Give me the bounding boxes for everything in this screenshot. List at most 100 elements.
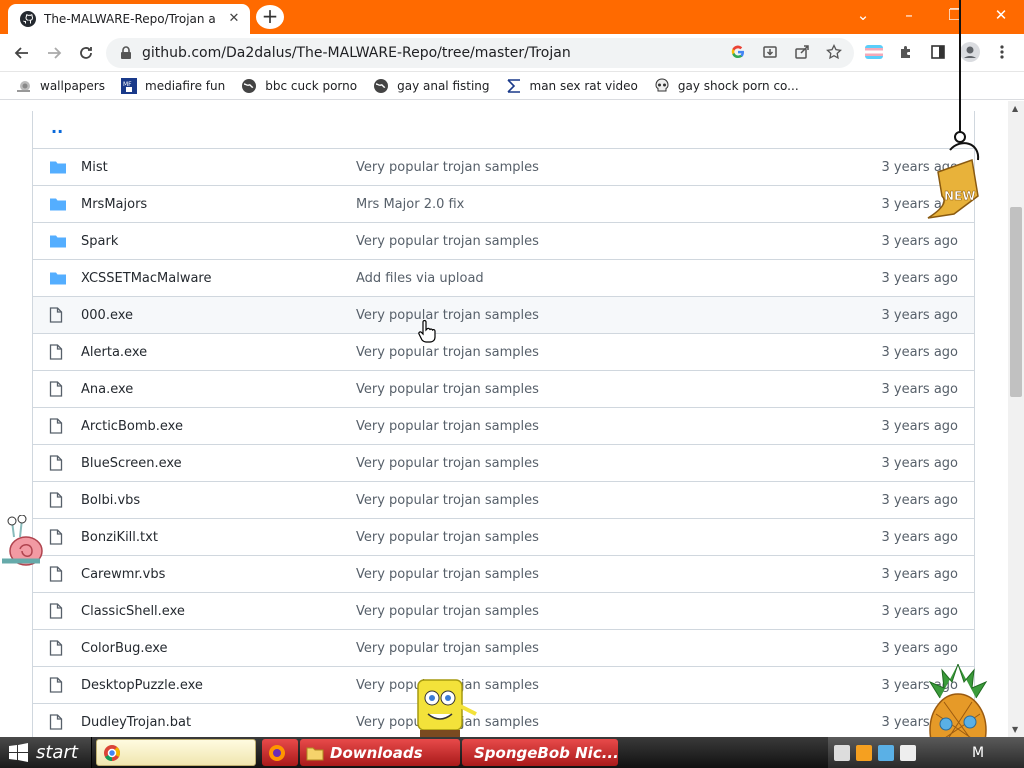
mediafire-icon: MF bbox=[121, 77, 137, 94]
bookmark-item[interactable]: gay anal fisting bbox=[373, 78, 490, 94]
system-tray: M bbox=[828, 737, 1024, 768]
close-tab-icon[interactable]: ✕ bbox=[226, 11, 242, 27]
table-row[interactable]: DudleyTrojan.batVery popular trojan samp… bbox=[33, 704, 974, 737]
back-arrow-icon bbox=[14, 47, 28, 59]
table-row[interactable]: Spark Very popular trojan samples 3 years … bbox=[33, 223, 974, 260]
file-icon bbox=[49, 492, 67, 508]
table-row[interactable]: BlueScreen.exe Very popular trojan sample… bbox=[33, 445, 974, 482]
extensions-icon[interactable] bbox=[896, 42, 916, 62]
file-name-link[interactable]: MrsMajors bbox=[81, 197, 147, 212]
taskbar-item-spongebob[interactable]: SpongeBob Nic... bbox=[462, 739, 618, 766]
table-row[interactable]: ArcticBomb.exe Very popular trojan sample… bbox=[33, 408, 974, 445]
table-row[interactable]: Ana.exe Very popular trojan samples 3 year… bbox=[33, 371, 974, 408]
file-name-link[interactable]: DudleyTrojan.bat bbox=[81, 715, 191, 730]
commit-message-link[interactable]: Very popular trojan samples bbox=[356, 160, 539, 175]
commit-message-link[interactable]: Very popular trojan samples bbox=[356, 234, 539, 249]
file-name-link[interactable]: ClassicShell.exe bbox=[81, 604, 185, 619]
file-name-link[interactable]: 000.exe bbox=[81, 308, 133, 323]
bookmark-item[interactable]: MF mediafire fun bbox=[121, 77, 226, 94]
bookmark-label: man sex rat video bbox=[529, 78, 638, 93]
table-row[interactable]: ColorBug.exe Very popular trojan samples 3… bbox=[33, 630, 974, 667]
commit-message-link[interactable]: Very popular trojan samples bbox=[356, 567, 539, 582]
file-name-link[interactable]: ColorBug.exe bbox=[81, 641, 168, 656]
file-name-link[interactable]: Spark bbox=[81, 234, 118, 249]
table-row[interactable]: Carewmr.vbs Very popular trojan samples 3 … bbox=[33, 556, 974, 593]
vertical-scrollbar[interactable]: ▲ ▼ bbox=[1008, 101, 1024, 737]
task-label: Downloads bbox=[330, 743, 423, 762]
lock-icon[interactable] bbox=[120, 46, 132, 60]
file-icon bbox=[49, 566, 67, 582]
commit-message-link[interactable]: Add files via upload bbox=[356, 271, 484, 286]
file-icon bbox=[49, 677, 67, 693]
google-icon[interactable] bbox=[728, 42, 748, 62]
scrollbar-thumb[interactable] bbox=[1010, 207, 1022, 397]
file-name-link[interactable]: Carewmr.vbs bbox=[81, 567, 165, 582]
table-row[interactable]: BonziKill.txt Very popular trojan samples… bbox=[33, 519, 974, 556]
table-row[interactable]: Alerta.exe Very popular trojan samples 3 y… bbox=[33, 334, 974, 371]
start-button[interactable]: start bbox=[0, 737, 92, 768]
tray-app-icon[interactable] bbox=[856, 744, 872, 761]
table-row[interactable]: 000.exe Very popular trojan samples 3 year… bbox=[33, 297, 974, 334]
commit-message-link[interactable]: Very popular trojan samples bbox=[356, 530, 539, 545]
volume-icon[interactable] bbox=[900, 744, 916, 761]
globe-icon bbox=[373, 78, 389, 94]
table-row[interactable]: DesktopPuzzle.exeVery popular trojan sam… bbox=[33, 667, 974, 704]
network-icon[interactable] bbox=[878, 744, 894, 761]
url-text: github.com/Da2dalus/The-MALWARE-Repo/tre… bbox=[142, 45, 571, 61]
windows-logo-icon bbox=[9, 742, 28, 762]
bookmark-item[interactable]: wallpapers bbox=[16, 78, 105, 94]
file-icon bbox=[49, 381, 67, 397]
hanging-sign-overlay: NEW bbox=[927, 0, 980, 219]
file-name-link[interactable]: DesktopPuzzle.exe bbox=[81, 678, 203, 693]
file-name-link[interactable]: Ana.exe bbox=[81, 382, 133, 397]
file-name-link[interactable]: Alerta.exe bbox=[81, 345, 147, 360]
bookmark-star-icon[interactable] bbox=[824, 42, 844, 62]
commit-age: 3 years ago bbox=[881, 456, 958, 471]
scroll-up-icon[interactable]: ▲ bbox=[1012, 104, 1020, 113]
file-name-link[interactable]: ArcticBomb.exe bbox=[81, 419, 183, 434]
commit-message-link[interactable]: Very popular trojan samples bbox=[356, 456, 539, 471]
hand-cursor-icon bbox=[418, 320, 436, 343]
table-row[interactable]: Bolbi.vbs Very popular trojan samples 3 ye… bbox=[33, 482, 974, 519]
commit-message-link[interactable]: Mrs Major 2.0 fix bbox=[356, 197, 464, 212]
sigma-icon bbox=[506, 78, 522, 94]
table-row[interactable]: XCSSETMacMalware Add files via upload 3 ye… bbox=[33, 260, 974, 297]
scroll-down-icon[interactable]: ▼ bbox=[1012, 725, 1020, 734]
bookmark-label: mediafire fun bbox=[145, 78, 226, 93]
file-name-link[interactable]: XCSSETMacMalware bbox=[81, 271, 211, 286]
taskbar-item-firefox[interactable] bbox=[262, 739, 298, 766]
file-name-link[interactable]: Mist bbox=[81, 160, 108, 175]
table-row[interactable]: Mist Very popular trojan samples 3 years a… bbox=[33, 149, 974, 186]
new-tab-button[interactable]: + bbox=[256, 5, 284, 29]
install-app-icon[interactable] bbox=[760, 42, 780, 62]
back-button[interactable] bbox=[10, 41, 34, 65]
file-name-link[interactable]: BlueScreen.exe bbox=[81, 456, 182, 471]
file-name-link[interactable]: BonziKill.txt bbox=[81, 530, 158, 545]
browser-tab[interactable]: The-MALWARE-Repo/Trojan a ✕ bbox=[8, 4, 250, 34]
bookmark-item[interactable]: gay shock porn co... bbox=[654, 77, 799, 94]
commit-message-link[interactable]: Very popular trojan samples bbox=[356, 641, 539, 656]
reload-icon bbox=[80, 47, 92, 59]
commit-message-link[interactable]: Very popular trojan samples bbox=[356, 493, 539, 508]
bookmark-item[interactable]: man sex rat video bbox=[506, 78, 638, 94]
trans-flag-icon[interactable] bbox=[864, 42, 884, 62]
table-row[interactable]: MrsMajors Mrs Major 2.0 fix 3 years ago bbox=[33, 186, 974, 223]
commit-message-link[interactable]: Very popular trojan samples bbox=[356, 419, 539, 434]
taskbar-item-chrome[interactable] bbox=[96, 739, 256, 766]
table-row[interactable]: ClassicShell.exe Very popular trojan samp… bbox=[33, 593, 974, 630]
forward-button[interactable] bbox=[42, 41, 66, 65]
tab-search-icon[interactable]: ⌄ bbox=[840, 4, 886, 26]
file-icon bbox=[49, 344, 67, 360]
commit-message-link[interactable]: Very popular trojan samples bbox=[356, 382, 539, 397]
show-hidden-icons-icon[interactable] bbox=[834, 744, 850, 761]
commit-message-link[interactable]: Very popular trojan samples bbox=[356, 345, 539, 360]
folder-icon bbox=[49, 270, 67, 286]
share-icon[interactable] bbox=[792, 42, 812, 62]
parent-directory-link[interactable]: .. bbox=[33, 111, 974, 149]
commit-message-link[interactable]: Very popular trojan samples bbox=[356, 308, 539, 323]
commit-message-link[interactable]: Very popular trojan samples bbox=[356, 604, 539, 619]
bookmark-item[interactable]: bbc cuck porno bbox=[241, 78, 357, 94]
file-name-link[interactable]: Bolbi.vbs bbox=[81, 493, 140, 508]
reload-button[interactable] bbox=[74, 41, 98, 65]
taskbar-item-downloads[interactable]: Downloads bbox=[300, 739, 460, 766]
